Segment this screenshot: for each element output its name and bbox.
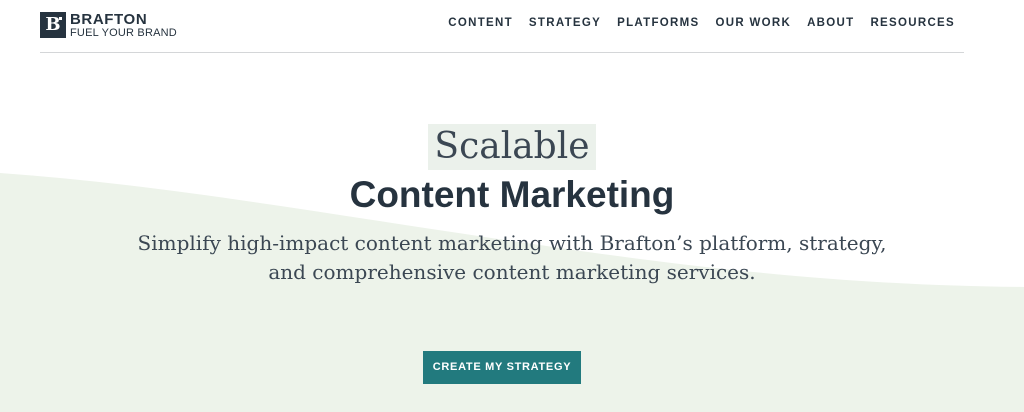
page: B BRAFTON FUEL YOUR BRAND CONTENT STRATE… bbox=[0, 0, 1024, 412]
hero-section: Scalable Content Marketing Simplify high… bbox=[0, 0, 1024, 412]
main-nav: CONTENT STRATEGY PLATFORMS OUR WORK ABOU… bbox=[432, 16, 955, 30]
nav-item-resources[interactable]: RESOURCES bbox=[870, 16, 955, 30]
nav-item-our-work[interactable]: OUR WORK bbox=[716, 16, 792, 30]
brand-logo-icon: B bbox=[40, 12, 66, 38]
hero-subtitle-line-1: Simplify high-impact content marketing w… bbox=[137, 231, 887, 255]
brand-logo[interactable]: B BRAFTON FUEL YOUR BRAND bbox=[40, 11, 177, 39]
site-header: B BRAFTON FUEL YOUR BRAND CONTENT STRATE… bbox=[40, 0, 964, 53]
hero-subtitle-line-2: and comprehensive content marketing serv… bbox=[268, 260, 756, 284]
brand-name: BRAFTON bbox=[70, 10, 148, 28]
nav-item-about[interactable]: ABOUT bbox=[807, 16, 854, 30]
nav-item-content[interactable]: CONTENT bbox=[448, 16, 513, 30]
create-strategy-button[interactable]: CREATE MY STRATEGY bbox=[423, 351, 581, 384]
nav-item-platforms[interactable]: PLATFORMS bbox=[617, 16, 699, 30]
hero-eyebrow-text: Scalable bbox=[428, 124, 596, 170]
hero-subtitle: Simplify high-impact content marketing w… bbox=[0, 229, 1024, 287]
brand-logo-text: BRAFTON FUEL YOUR BRAND bbox=[70, 12, 177, 39]
nav-item-strategy[interactable]: STRATEGY bbox=[529, 16, 601, 30]
brand-tagline: FUEL YOUR BRAND bbox=[70, 26, 177, 39]
hero-eyebrow: Scalable bbox=[0, 124, 1024, 170]
hero-title: Content Marketing bbox=[349, 174, 675, 215]
